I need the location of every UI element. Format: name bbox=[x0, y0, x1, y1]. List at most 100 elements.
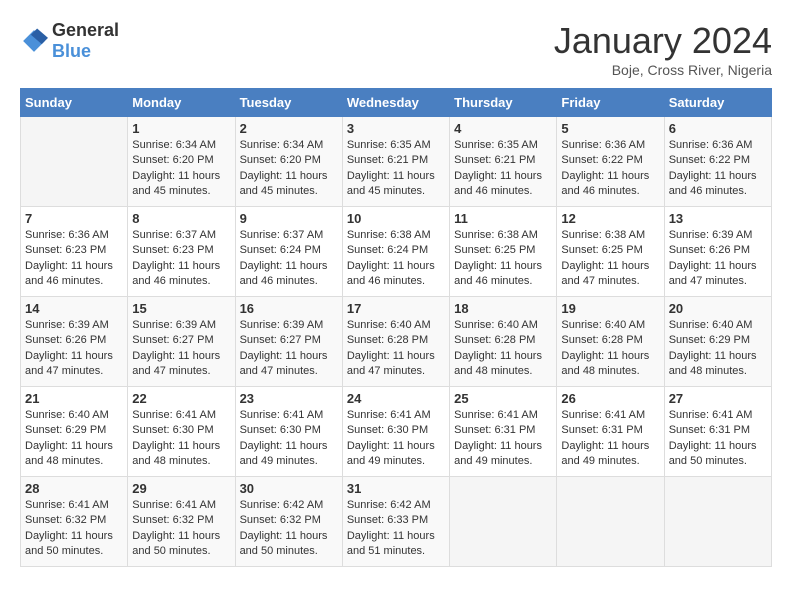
day-number: 13 bbox=[669, 211, 767, 226]
header-day: Sunday bbox=[21, 89, 128, 117]
day-info: Sunrise: 6:39 AMSunset: 6:26 PMDaylight:… bbox=[25, 318, 123, 380]
calendar-cell: 26 Sunrise: 6:41 AMSunset: 6:31 PMDayligh… bbox=[557, 387, 664, 477]
day-number: 30 bbox=[240, 481, 338, 496]
calendar-cell: 4 Sunrise: 6:35 AMSunset: 6:21 PMDaylight… bbox=[450, 117, 557, 207]
day-info: Sunrise: 6:37 AMSunset: 6:24 PMDaylight:… bbox=[240, 228, 338, 290]
day-info: Sunrise: 6:35 AMSunset: 6:21 PMDaylight:… bbox=[454, 138, 552, 200]
day-number: 15 bbox=[132, 301, 230, 316]
calendar-cell: 28Sunrise: 6:41 AMSunset: 6:32 PMDayligh… bbox=[21, 477, 128, 567]
calendar-cell: 5 Sunrise: 6:36 AMSunset: 6:22 PMDaylight… bbox=[557, 117, 664, 207]
month-title: January 2024 bbox=[554, 20, 772, 62]
day-number: 26 bbox=[561, 391, 659, 406]
calendar-cell: 9 Sunrise: 6:37 AMSunset: 6:24 PMDaylight… bbox=[235, 207, 342, 297]
calendar-cell: 25 Sunrise: 6:41 AMSunset: 6:31 PMDayligh… bbox=[450, 387, 557, 477]
calendar-header: SundayMondayTuesdayWednesdayThursdayFrid… bbox=[21, 89, 772, 117]
header-day: Thursday bbox=[450, 89, 557, 117]
calendar-cell: 1 Sunrise: 6:34 AMSunset: 6:20 PMDaylight… bbox=[128, 117, 235, 207]
calendar-cell bbox=[664, 477, 771, 567]
calendar-week: 7Sunrise: 6:36 AMSunset: 6:23 PMDaylight… bbox=[21, 207, 772, 297]
day-info: Sunrise: 6:40 AMSunset: 6:29 PMDaylight:… bbox=[25, 408, 123, 470]
header-day: Tuesday bbox=[235, 89, 342, 117]
calendar-cell: 3 Sunrise: 6:35 AMSunset: 6:21 PMDaylight… bbox=[342, 117, 449, 207]
calendar-cell: 30 Sunrise: 6:42 AMSunset: 6:32 PMDayligh… bbox=[235, 477, 342, 567]
day-info: Sunrise: 6:36 AMSunset: 6:22 PMDaylight:… bbox=[561, 138, 659, 200]
day-info: Sunrise: 6:36 AMSunset: 6:23 PMDaylight:… bbox=[25, 228, 123, 290]
calendar-cell bbox=[450, 477, 557, 567]
calendar-cell: 16Sunrise: 6:39 AMSunset: 6:27 PMDayligh… bbox=[235, 297, 342, 387]
day-info: Sunrise: 6:42 AMSunset: 6:32 PMDaylight:… bbox=[240, 498, 338, 560]
calendar-cell: 7Sunrise: 6:36 AMSunset: 6:23 PMDaylight… bbox=[21, 207, 128, 297]
day-number: 10 bbox=[347, 211, 445, 226]
day-number: 31 bbox=[347, 481, 445, 496]
calendar-cell: 31Sunrise: 6:42 AMSunset: 6:33 PMDayligh… bbox=[342, 477, 449, 567]
day-info: Sunrise: 6:41 AMSunset: 6:30 PMDaylight:… bbox=[347, 408, 445, 470]
calendar-cell: 23Sunrise: 6:41 AMSunset: 6:30 PMDayligh… bbox=[235, 387, 342, 477]
day-number: 11 bbox=[454, 211, 552, 226]
day-info: Sunrise: 6:41 AMSunset: 6:31 PMDaylight:… bbox=[561, 408, 659, 470]
day-number: 25 bbox=[454, 391, 552, 406]
day-info: Sunrise: 6:38 AMSunset: 6:25 PMDaylight:… bbox=[561, 228, 659, 290]
day-info: Sunrise: 6:34 AMSunset: 6:20 PMDaylight:… bbox=[240, 138, 338, 200]
calendar-cell: 11 Sunrise: 6:38 AMSunset: 6:25 PMDayligh… bbox=[450, 207, 557, 297]
day-info: Sunrise: 6:40 AMSunset: 6:28 PMDaylight:… bbox=[454, 318, 552, 380]
title-block: January 2024 Boje, Cross River, Nigeria bbox=[554, 20, 772, 78]
calendar-cell: 13 Sunrise: 6:39 AMSunset: 6:26 PMDayligh… bbox=[664, 207, 771, 297]
day-info: Sunrise: 6:40 AMSunset: 6:28 PMDaylight:… bbox=[561, 318, 659, 380]
day-number: 4 bbox=[454, 121, 552, 136]
day-number: 9 bbox=[240, 211, 338, 226]
logo-blue: Blue bbox=[52, 41, 91, 61]
day-number: 8 bbox=[132, 211, 230, 226]
calendar-cell: 24 Sunrise: 6:41 AMSunset: 6:30 PMDayligh… bbox=[342, 387, 449, 477]
day-info: Sunrise: 6:39 AMSunset: 6:27 PMDaylight:… bbox=[240, 318, 338, 380]
calendar-cell: 12 Sunrise: 6:38 AMSunset: 6:25 PMDayligh… bbox=[557, 207, 664, 297]
header-day: Monday bbox=[128, 89, 235, 117]
day-number: 14 bbox=[25, 301, 123, 316]
calendar-week: 1 Sunrise: 6:34 AMSunset: 6:20 PMDaylight… bbox=[21, 117, 772, 207]
day-number: 17 bbox=[347, 301, 445, 316]
day-number: 24 bbox=[347, 391, 445, 406]
day-number: 2 bbox=[240, 121, 338, 136]
day-info: Sunrise: 6:40 AMSunset: 6:29 PMDaylight:… bbox=[669, 318, 767, 380]
calendar-cell: 22Sunrise: 6:41 AMSunset: 6:30 PMDayligh… bbox=[128, 387, 235, 477]
calendar-table: SundayMondayTuesdayWednesdayThursdayFrid… bbox=[20, 88, 772, 567]
day-number: 21 bbox=[25, 391, 123, 406]
logo-icon bbox=[20, 27, 48, 55]
calendar-cell: 17 Sunrise: 6:40 AMSunset: 6:28 PMDayligh… bbox=[342, 297, 449, 387]
day-info: Sunrise: 6:38 AMSunset: 6:25 PMDaylight:… bbox=[454, 228, 552, 290]
calendar-cell: 18Sunrise: 6:40 AMSunset: 6:28 PMDayligh… bbox=[450, 297, 557, 387]
day-info: Sunrise: 6:41 AMSunset: 6:30 PMDaylight:… bbox=[132, 408, 230, 470]
calendar-cell: 20 Sunrise: 6:40 AMSunset: 6:29 PMDayligh… bbox=[664, 297, 771, 387]
calendar-week: 21 Sunrise: 6:40 AMSunset: 6:29 PMDayligh… bbox=[21, 387, 772, 477]
header-day: Friday bbox=[557, 89, 664, 117]
day-info: Sunrise: 6:41 AMSunset: 6:32 PMDaylight:… bbox=[25, 498, 123, 560]
calendar-cell: 29Sunrise: 6:41 AMSunset: 6:32 PMDayligh… bbox=[128, 477, 235, 567]
logo: General Blue bbox=[20, 20, 119, 62]
day-info: Sunrise: 6:34 AMSunset: 6:20 PMDaylight:… bbox=[132, 138, 230, 200]
calendar-cell: 21 Sunrise: 6:40 AMSunset: 6:29 PMDayligh… bbox=[21, 387, 128, 477]
day-number: 1 bbox=[132, 121, 230, 136]
calendar-cell bbox=[557, 477, 664, 567]
day-info: Sunrise: 6:39 AMSunset: 6:26 PMDaylight:… bbox=[669, 228, 767, 290]
day-info: Sunrise: 6:37 AMSunset: 6:23 PMDaylight:… bbox=[132, 228, 230, 290]
page-header: General Blue January 2024 Boje, Cross Ri… bbox=[20, 20, 772, 78]
day-number: 27 bbox=[669, 391, 767, 406]
header-day: Saturday bbox=[664, 89, 771, 117]
calendar-cell bbox=[21, 117, 128, 207]
calendar-cell: 6Sunrise: 6:36 AMSunset: 6:22 PMDaylight… bbox=[664, 117, 771, 207]
day-number: 3 bbox=[347, 121, 445, 136]
day-number: 12 bbox=[561, 211, 659, 226]
day-info: Sunrise: 6:40 AMSunset: 6:28 PMDaylight:… bbox=[347, 318, 445, 380]
day-number: 20 bbox=[669, 301, 767, 316]
calendar-cell: 14 Sunrise: 6:39 AMSunset: 6:26 PMDayligh… bbox=[21, 297, 128, 387]
calendar-cell: 15Sunrise: 6:39 AMSunset: 6:27 PMDayligh… bbox=[128, 297, 235, 387]
day-number: 5 bbox=[561, 121, 659, 136]
calendar-cell: 10Sunrise: 6:38 AMSunset: 6:24 PMDayligh… bbox=[342, 207, 449, 297]
day-info: Sunrise: 6:35 AMSunset: 6:21 PMDaylight:… bbox=[347, 138, 445, 200]
calendar-cell: 27Sunrise: 6:41 AMSunset: 6:31 PMDayligh… bbox=[664, 387, 771, 477]
location: Boje, Cross River, Nigeria bbox=[554, 62, 772, 78]
day-number: 23 bbox=[240, 391, 338, 406]
calendar-body: 1 Sunrise: 6:34 AMSunset: 6:20 PMDaylight… bbox=[21, 117, 772, 567]
calendar-cell: 19Sunrise: 6:40 AMSunset: 6:28 PMDayligh… bbox=[557, 297, 664, 387]
day-info: Sunrise: 6:41 AMSunset: 6:31 PMDaylight:… bbox=[454, 408, 552, 470]
day-info: Sunrise: 6:41 AMSunset: 6:32 PMDaylight:… bbox=[132, 498, 230, 560]
